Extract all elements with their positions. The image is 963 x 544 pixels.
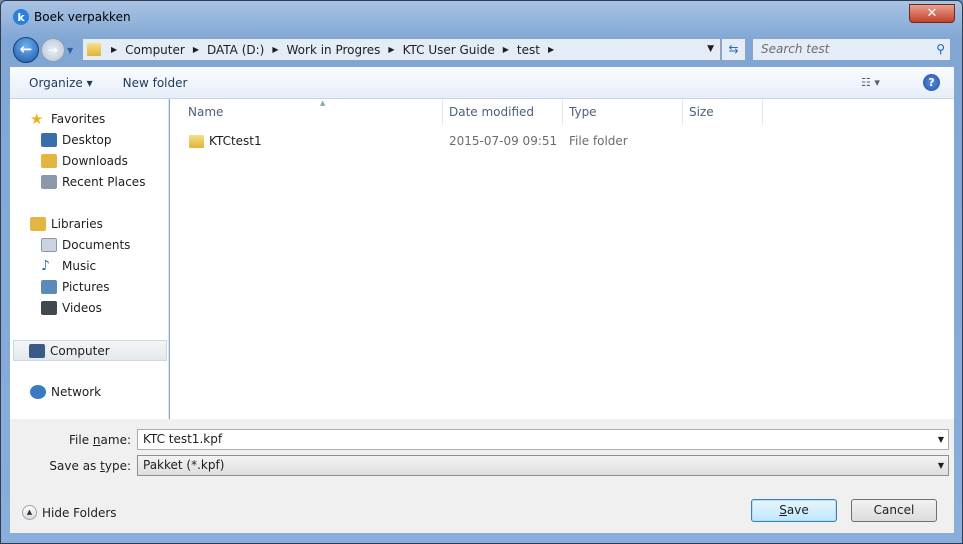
sidebar-item-downloads[interactable]: Downloads	[41, 152, 128, 170]
file-list: Name ▲ Date modified Type Size KTCtest1 2…	[170, 99, 954, 419]
window-title: Boek verpakken	[34, 10, 131, 24]
music-icon: ♪	[41, 258, 50, 274]
sidebar-item-pictures[interactable]: Pictures	[41, 278, 110, 296]
breadcrumb-separator[interactable]: ▶	[111, 45, 117, 54]
sidebar-item-music[interactable]: ♪ Music	[41, 257, 96, 275]
column-label: Name	[188, 105, 224, 119]
sidebar-item-documents[interactable]: Documents	[41, 236, 130, 254]
sidebar-item-label: Desktop	[62, 133, 112, 147]
hide-folders-label: Hide Folders	[42, 505, 117, 520]
save-as-type-value: Pakket (*.kpf)	[143, 458, 225, 472]
recent-places-icon	[41, 175, 57, 189]
address-bar[interactable]: ▶ Computer ▶ DATA (D:) ▶ Work in Progres ▶ …	[82, 38, 721, 61]
breadcrumb-separator[interactable]: ▶	[503, 45, 509, 54]
file-name-label: File name:	[69, 433, 131, 447]
hide-folders-button[interactable]: ▲ Hide Folders	[22, 505, 117, 520]
back-button[interactable]: ←	[13, 37, 39, 63]
breadcrumb-computer[interactable]: Computer	[125, 43, 185, 57]
sidebar-item-label: Downloads	[62, 154, 128, 168]
star-icon: ★	[30, 110, 44, 128]
sidebar-item-label: Documents	[62, 238, 131, 252]
change-view-button[interactable]: ☷ ▾	[861, 76, 880, 89]
breadcrumb-test[interactable]: test	[517, 43, 540, 57]
sidebar-item-label: Favorites	[51, 112, 106, 126]
file-name-value: KTC test1.kpf	[143, 432, 223, 446]
save-dialog: k Boek verpakken ✕ ← → ▼ ▶ Computer ▶ DAT…	[0, 0, 963, 544]
column-label: Type	[569, 105, 597, 119]
sidebar-item-favorites[interactable]: ★ Favorites	[30, 110, 105, 128]
search-icon[interactable]: ⚲	[936, 42, 945, 56]
cancel-button[interactable]: Cancel	[851, 499, 937, 522]
chevron-down-icon[interactable]: ▼	[938, 461, 944, 470]
file-type: File folder	[569, 134, 628, 148]
app-icon: k	[13, 9, 29, 25]
desktop-icon	[41, 133, 57, 147]
recent-locations-dropdown[interactable]: ▼	[67, 46, 73, 55]
file-date: 2015-07-09 09:51	[449, 134, 558, 148]
chevron-up-icon: ▲	[22, 505, 37, 520]
chevron-down-icon[interactable]: ▼	[938, 435, 944, 444]
sidebar-item-libraries[interactable]: Libraries	[30, 215, 103, 233]
videos-icon	[41, 301, 57, 315]
column-label: Date modified	[449, 105, 535, 119]
sidebar-item-computer[interactable]: Computer	[13, 340, 167, 361]
column-header-name[interactable]: Name ▲	[182, 99, 443, 125]
downloads-icon	[41, 154, 57, 168]
sidebar-item-label: Recent Places	[62, 175, 146, 189]
save-button[interactable]: Save	[751, 499, 837, 522]
sidebar-item-label: Computer	[50, 343, 110, 358]
network-icon	[30, 385, 46, 399]
breadcrumb-separator[interactable]: ▶	[548, 45, 554, 54]
breadcrumb-work-in-progres[interactable]: Work in Progres	[287, 43, 381, 57]
pictures-icon	[41, 280, 57, 294]
sidebar-item-label: Pictures	[62, 280, 110, 294]
breadcrumb-separator[interactable]: ▶	[272, 45, 278, 54]
sidebar-item-network[interactable]: Network	[30, 383, 101, 401]
breadcrumb-separator[interactable]: ▶	[193, 45, 199, 54]
sidebar-item-recent-places[interactable]: Recent Places	[41, 173, 145, 191]
folder-icon	[189, 135, 204, 148]
breadcrumb-separator[interactable]: ▶	[388, 45, 394, 54]
breadcrumb-ktc-user-guide[interactable]: KTC User Guide	[403, 43, 495, 57]
close-button[interactable]: ✕	[909, 4, 955, 23]
sidebar-item-label: Videos	[62, 301, 102, 315]
sidebar-item-label: Music	[62, 259, 97, 273]
libraries-icon	[30, 217, 46, 231]
column-header-size[interactable]: Size	[683, 99, 763, 125]
sort-ascending-icon: ▲	[320, 99, 326, 107]
computer-icon	[29, 343, 45, 358]
help-icon[interactable]: ?	[923, 74, 940, 91]
folder-icon	[87, 43, 101, 56]
sidebar-item-label: Libraries	[51, 217, 103, 231]
sidebar-item-label: Network	[51, 385, 102, 399]
save-as-type-label: Save as type:	[49, 459, 131, 473]
save-options-panel: File name: KTC test1.kpf ▼ Save as type: …	[10, 419, 954, 533]
navigation-buttons: ← → ▼	[13, 37, 73, 63]
file-name: KTCtest1	[209, 134, 262, 148]
file-name-input[interactable]: KTC test1.kpf ▼	[137, 429, 949, 450]
breadcrumb-data-drive[interactable]: DATA (D:)	[207, 43, 264, 57]
file-row[interactable]: KTCtest1 2015-07-09 09:51 File folder	[170, 132, 770, 152]
column-header-date-modified[interactable]: Date modified	[443, 99, 563, 125]
save-as-type-select[interactable]: Pakket (*.kpf) ▼	[137, 455, 949, 476]
search-input[interactable]: Search test ⚲	[752, 38, 951, 61]
documents-icon	[41, 238, 57, 252]
title-bar: k Boek verpakken	[13, 9, 131, 25]
address-dropdown-icon[interactable]: ▼	[707, 44, 714, 54]
toolbar: Organize ▾ New folder ☷ ▾ ?	[10, 67, 954, 99]
navigation-pane: ★ Favorites Desktop Downloads Recent Plac…	[10, 99, 169, 419]
organize-button[interactable]: Organize ▾	[29, 76, 93, 90]
column-header-type[interactable]: Type	[563, 99, 683, 125]
sidebar-item-desktop[interactable]: Desktop	[41, 131, 112, 149]
forward-button[interactable]: →	[41, 38, 65, 62]
column-label: Size	[689, 105, 714, 119]
search-placeholder: Search test	[761, 42, 830, 56]
sidebar-item-videos[interactable]: Videos	[41, 299, 102, 317]
new-folder-button[interactable]: New folder	[123, 76, 188, 90]
refresh-button[interactable]: ⇆	[721, 38, 746, 61]
